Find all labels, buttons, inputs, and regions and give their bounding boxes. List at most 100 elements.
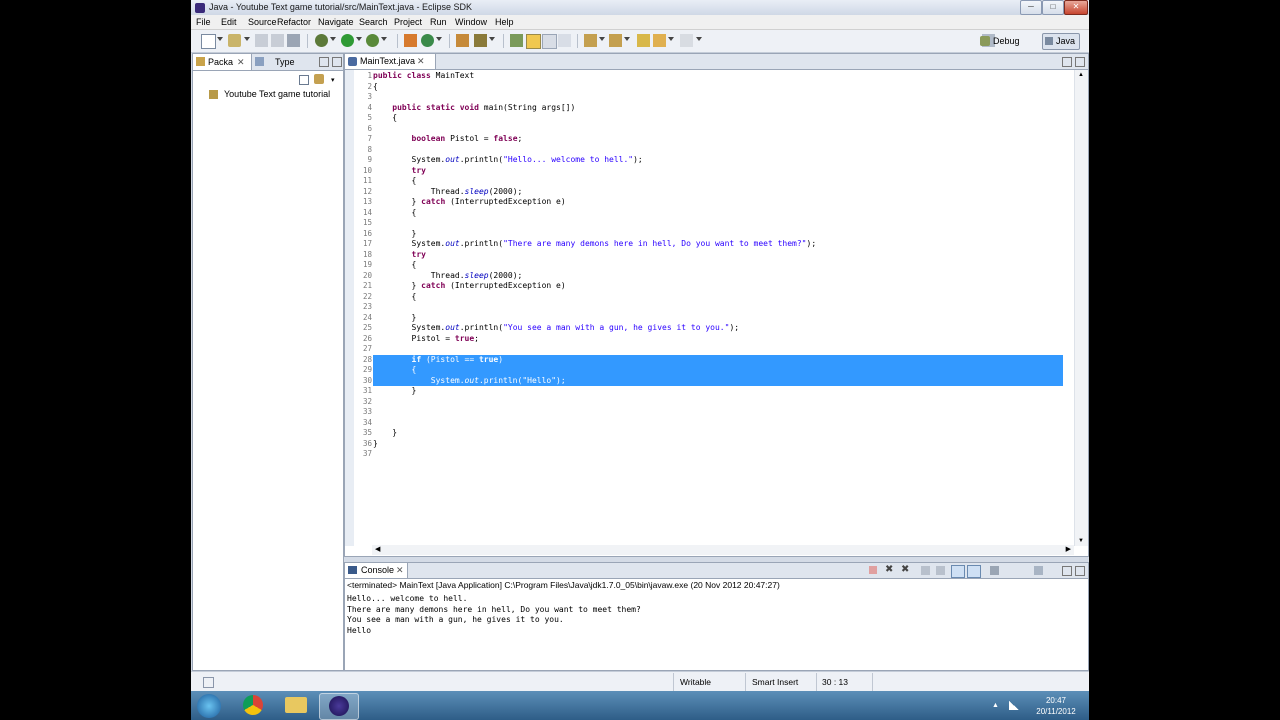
new-icon[interactable] (201, 34, 216, 49)
clock-date[interactable]: 20/11/2012 (1026, 707, 1086, 716)
vertical-scrollbar[interactable]: ▲ ▼ (1074, 70, 1088, 546)
minimize-button[interactable]: ─ (1020, 0, 1042, 15)
code-line[interactable]: try (373, 166, 426, 177)
scroll-up-icon[interactable]: ▲ (1078, 72, 1084, 78)
code-area[interactable]: 1 public class MainText 2{3 4 public static… (345, 70, 1073, 546)
taskbar-explorer[interactable] (277, 693, 315, 718)
chevron-down-icon[interactable] (696, 37, 702, 41)
code-line[interactable]: boolean Pistol = false; (373, 134, 523, 145)
print-icon[interactable] (287, 34, 300, 47)
forward-icon[interactable] (680, 34, 693, 47)
code-line[interactable]: System.out.println("There are many demon… (373, 239, 817, 250)
code-line[interactable]: public static void main(String args[]) (373, 103, 575, 114)
save-icon[interactable] (255, 34, 268, 47)
menu-source[interactable]: Source (248, 17, 277, 27)
tab-console[interactable]: Console ✕ (345, 563, 408, 578)
taskbar-eclipse[interactable] (319, 693, 359, 720)
code-line[interactable]: } (373, 229, 417, 240)
code-line[interactable]: try (373, 250, 426, 261)
code-line[interactable]: { (373, 113, 397, 124)
next-annotation-icon[interactable] (584, 34, 597, 47)
code-line[interactable]: } (373, 428, 397, 439)
external-tools-icon[interactable] (366, 34, 379, 47)
debug-icon[interactable] (315, 34, 328, 47)
tab-maintext-java[interactable]: MainText.java ✕ (345, 54, 436, 69)
display-console-icon[interactable] (990, 566, 999, 575)
code-line[interactable]: { (373, 82, 378, 93)
code-line[interactable]: Pistol = true; (373, 334, 479, 345)
close-icon[interactable]: ✕ (237, 57, 245, 68)
code-line[interactable]: } (373, 386, 417, 397)
code-line[interactable]: public class MainText (373, 71, 474, 82)
view-menu-icon[interactable]: ▾ (331, 76, 335, 84)
tray-arrow-icon[interactable]: ▲ (992, 702, 999, 709)
chevron-down-icon[interactable] (489, 37, 495, 41)
menu-project[interactable]: Project (394, 17, 422, 27)
open-console-icon[interactable] (1034, 566, 1043, 575)
clear-console-icon[interactable] (921, 566, 930, 575)
mark-occurrences-icon[interactable] (526, 34, 541, 49)
link-with-editor-icon[interactable] (314, 74, 324, 84)
code-line[interactable]: { (373, 260, 417, 271)
new-class-icon[interactable] (404, 34, 417, 47)
chevron-down-icon[interactable] (217, 37, 223, 41)
fast-view-icon[interactable] (203, 677, 214, 688)
tab-type-hierarchy[interactable]: Type (253, 54, 299, 70)
terminate-icon[interactable] (869, 566, 877, 574)
code-line[interactable]: } (373, 313, 417, 324)
menu-edit[interactable]: Edit (221, 17, 237, 27)
close-button[interactable]: ✕ (1064, 0, 1088, 15)
menu-window[interactable]: Window (455, 17, 487, 27)
code-line[interactable]: System.out.println("Hello"); (373, 375, 1063, 386)
chevron-down-icon[interactable] (381, 37, 387, 41)
horizontal-scrollbar[interactable]: ◀ ▶ (372, 545, 1074, 555)
clock-time[interactable]: 20:47 (1026, 696, 1086, 705)
scroll-lock-icon[interactable] (936, 566, 945, 575)
menu-navigate[interactable]: Navigate (318, 17, 354, 27)
minimize-view-icon[interactable] (1062, 57, 1072, 67)
code-line[interactable]: { (373, 176, 417, 187)
code-line[interactable]: Thread.sleep(2000); (373, 271, 523, 282)
code-line[interactable]: System.out.println("You see a man with a… (373, 323, 740, 334)
taskbar-chrome[interactable] (234, 693, 272, 718)
pin-console-icon[interactable] (951, 565, 965, 578)
close-icon[interactable]: ✕ (396, 565, 404, 576)
menu-search[interactable]: Search (359, 17, 388, 27)
menu-refactor[interactable]: Refactor (277, 17, 311, 27)
start-button-icon[interactable] (197, 694, 221, 718)
code-line[interactable]: } catch (InterruptedException e) (373, 197, 566, 208)
menu-run[interactable]: Run (430, 17, 447, 27)
code-line[interactable]: { (373, 365, 1063, 376)
code-line[interactable]: Thread.sleep(2000); (373, 187, 523, 198)
code-line[interactable]: { (373, 292, 417, 303)
maximize-view-icon[interactable] (1075, 57, 1085, 67)
open-type-icon[interactable] (456, 34, 469, 47)
show-whitespace-icon[interactable] (558, 34, 571, 47)
close-icon[interactable]: ✕ (417, 56, 425, 67)
last-edit-icon[interactable] (637, 34, 650, 47)
code-line[interactable]: if (Pistol == true) (373, 354, 1063, 365)
code-line[interactable]: { (373, 208, 417, 219)
new-java-class-icon[interactable] (421, 34, 434, 47)
tab-package-explorer[interactable]: Packa ✕ (193, 54, 252, 70)
chevron-down-icon[interactable] (330, 37, 336, 41)
block-selection-icon[interactable] (542, 34, 557, 49)
run-icon[interactable] (341, 34, 354, 47)
menu-help[interactable]: Help (495, 17, 514, 27)
code-line[interactable]: } (373, 439, 378, 450)
maximize-view-icon[interactable] (332, 57, 342, 67)
new-package-icon[interactable] (228, 34, 241, 47)
chevron-down-icon[interactable] (624, 37, 630, 41)
network-icon[interactable] (1009, 701, 1019, 710)
remove-launch-icon[interactable]: ✖ (885, 564, 893, 575)
previous-annotation-icon[interactable] (609, 34, 622, 47)
chevron-down-icon[interactable] (668, 37, 674, 41)
maximize-view-icon[interactable] (1075, 566, 1085, 576)
console-output[interactable]: Hello... welcome to hell. There are many… (347, 594, 1071, 658)
save-all-icon[interactable] (271, 34, 284, 47)
minimize-view-icon[interactable] (1062, 566, 1072, 576)
search-icon[interactable] (474, 34, 487, 47)
scroll-down-icon[interactable]: ▼ (1078, 538, 1084, 544)
minimize-view-icon[interactable] (319, 57, 329, 67)
show-console-icon[interactable] (967, 565, 981, 578)
